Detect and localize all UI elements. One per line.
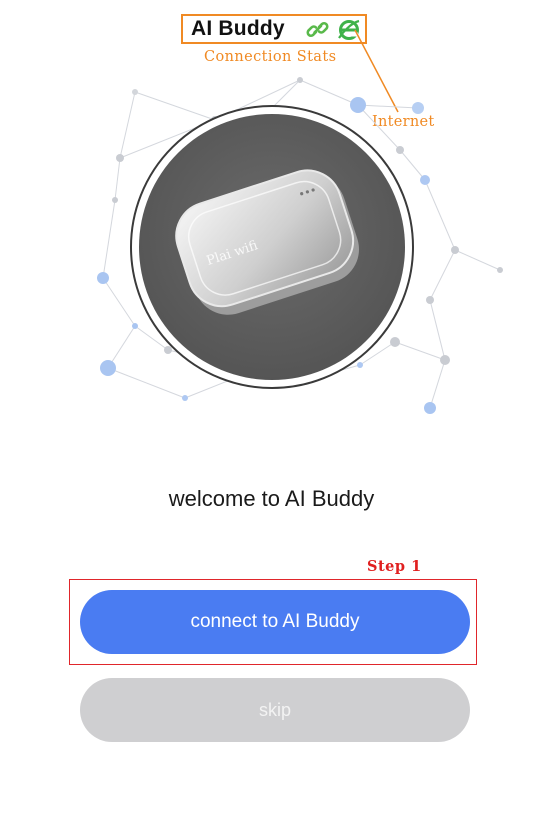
app-title: AI Buddy xyxy=(191,17,285,40)
link-icon[interactable] xyxy=(306,19,330,41)
skip-button[interactable]: skip xyxy=(80,678,470,742)
internet-explorer-icon[interactable] xyxy=(337,18,361,42)
welcome-text: welcome to AI Buddy xyxy=(168,486,375,511)
step-annotation: Step 1 xyxy=(367,558,422,575)
app-header: AI Buddy xyxy=(181,14,367,44)
connect-button[interactable]: connect to AI Buddy xyxy=(80,590,470,654)
device-illustration: Plai wifi xyxy=(97,77,503,414)
